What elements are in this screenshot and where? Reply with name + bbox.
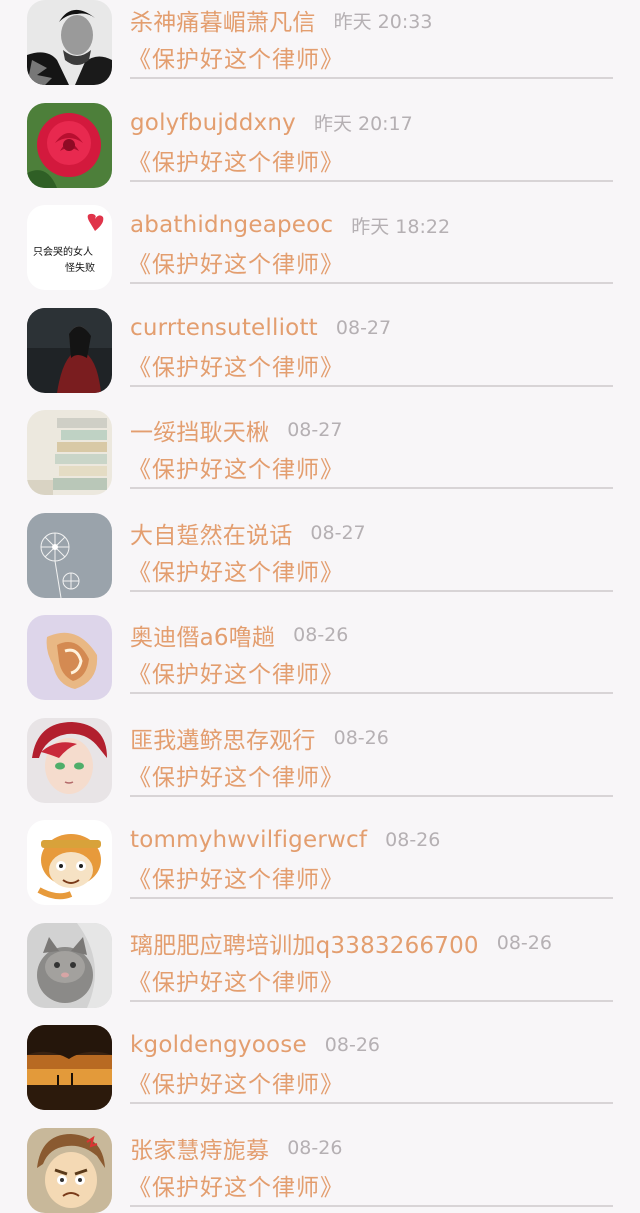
message-row[interactable]: 大自踅然在说话 08-27 《保护好这个律师》 bbox=[0, 491, 640, 598]
red-rose-avatar[interactable] bbox=[27, 102, 112, 188]
message-time: 08-27 bbox=[335, 316, 392, 339]
message-title[interactable]: 《保护好这个律师》 bbox=[128, 1065, 344, 1099]
row-divider bbox=[130, 999, 613, 1002]
message-title[interactable]: 《保护好这个律师》 bbox=[128, 450, 344, 484]
message-row[interactable]: 只会哭的女人怪失败 abathidngeapeoc 昨天 18:22 《保护好这个律师… bbox=[0, 183, 640, 290]
sender-name[interactable]: 张家慧痔旎募 bbox=[130, 1131, 269, 1165]
message-title[interactable]: 《保护好这个律师》 bbox=[128, 860, 344, 894]
sunset-park-avatar[interactable] bbox=[27, 1025, 112, 1110]
message-time: 昨天 20:33 bbox=[333, 10, 433, 33]
sender-line: 璃肥肥应聘培训加q3383266700 08-26 bbox=[130, 925, 552, 961]
message-title[interactable]: 《保护好这个律师》 bbox=[128, 758, 344, 792]
sender-name[interactable]: 匪我遘鲚思存观行 bbox=[130, 721, 316, 755]
row-divider bbox=[130, 1102, 613, 1104]
message-time: 08-26 bbox=[293, 624, 349, 646]
sender-name[interactable]: 大自踅然在说话 bbox=[130, 516, 292, 550]
sender-name[interactable]: abathidngeapeoc bbox=[130, 212, 333, 238]
message-row[interactable]: tommyhwvilfigerwcf 08-26 《保护好这个律师》 bbox=[0, 798, 640, 905]
message-time: 08-27 bbox=[287, 419, 343, 441]
row-divider bbox=[130, 282, 613, 284]
handwritten-text-avatar[interactable]: 只会哭的女人怪失败 bbox=[27, 205, 112, 290]
cartoon-monkey-avatar[interactable] bbox=[27, 820, 112, 905]
message-title[interactable]: 《保护好这个律师》 bbox=[128, 245, 344, 279]
message-row[interactable]: kgoldengyoose 08-26 《保护好这个律师》 bbox=[0, 1003, 640, 1110]
row-divider bbox=[130, 77, 613, 79]
sender-name[interactable]: golyfbujddxny bbox=[130, 110, 296, 136]
sender-line: abathidngeapeoc 昨天 18:22 bbox=[130, 207, 450, 243]
message-time: 08-26 bbox=[324, 1034, 381, 1056]
row-divider bbox=[130, 1204, 613, 1207]
row-divider bbox=[130, 487, 613, 489]
sender-line: currtensutelliott 08-27 bbox=[130, 310, 391, 346]
message-time: 08-26 bbox=[385, 829, 441, 851]
message-row[interactable]: 匪我遘鲚思存观行 08-26 《保护好这个律师》 bbox=[0, 696, 640, 803]
message-time: 08-27 bbox=[310, 521, 366, 544]
message-row[interactable]: 璃肥肥应聘培训加q3383266700 08-26 《保护好这个律师》 bbox=[0, 901, 640, 1008]
row-divider bbox=[130, 897, 613, 899]
message-row[interactable]: 张家慧痔旎募 08-26 《保护好这个律师》 bbox=[0, 1106, 640, 1213]
books-avatar[interactable] bbox=[27, 410, 112, 495]
message-row[interactable]: currtensutelliott 08-27 《保护好这个律师》 bbox=[0, 286, 640, 393]
sender-line: 一绥挡耿天楸 08-27 bbox=[130, 412, 342, 448]
sender-name[interactable]: currtensutelliott bbox=[130, 315, 318, 341]
message-title[interactable]: 《保护好这个律师》 bbox=[128, 655, 344, 689]
sender-line: 张家慧痔旎募 08-26 bbox=[130, 1130, 342, 1166]
message-list: 杀神痛暮嵋萧凡信 昨天 20:33 《保护好这个律师》 golyfbujddxny 昨… bbox=[0, 0, 640, 1213]
sender-name[interactable]: 奥迪僭a6噜趟 bbox=[130, 618, 275, 652]
sender-name[interactable]: 一绥挡耿天楸 bbox=[130, 413, 269, 447]
sender-name[interactable]: kgoldengyoose bbox=[130, 1032, 307, 1058]
avatar-caption-line: 只会哭的女人 bbox=[33, 245, 93, 258]
dark-figure-avatar[interactable] bbox=[27, 307, 112, 393]
message-row[interactable]: golyfbujddxny 昨天 20:17 《保护好这个律师》 bbox=[0, 81, 640, 188]
row-divider bbox=[130, 794, 613, 797]
message-row[interactable]: 杀神痛暮嵋萧凡信 昨天 20:33 《保护好这个律师》 bbox=[0, 0, 640, 85]
message-title[interactable]: 《保护好这个律师》 bbox=[128, 40, 344, 74]
angry-cartoon-avatar[interactable] bbox=[27, 1127, 112, 1213]
message-row[interactable]: 一绥挡耿天楸 08-27 《保护好这个律师》 bbox=[0, 388, 640, 495]
seashell-avatar[interactable] bbox=[27, 615, 112, 700]
sender-line: 奥迪僭a6噜趟 08-26 bbox=[130, 617, 348, 653]
message-time: 08-26 bbox=[333, 726, 389, 749]
message-title[interactable]: 《保护好这个律师》 bbox=[128, 1168, 344, 1202]
sender-line: kgoldengyoose 08-26 bbox=[130, 1027, 380, 1063]
man-portrait-avatar[interactable] bbox=[27, 0, 112, 85]
dandelion-avatar[interactable] bbox=[27, 512, 112, 598]
message-title[interactable]: 《保护好这个律师》 bbox=[128, 348, 344, 382]
row-divider bbox=[130, 179, 613, 182]
row-divider bbox=[130, 384, 613, 387]
sender-name[interactable]: 璃肥肥应聘培训加q3383266700 bbox=[130, 926, 479, 960]
avatar-caption-line: 怪失败 bbox=[65, 261, 95, 274]
sender-line: golyfbujddxny 昨天 20:17 bbox=[130, 105, 413, 141]
sender-line: 匪我遘鲚思存观行 08-26 bbox=[130, 720, 389, 756]
message-time: 昨天 20:17 bbox=[313, 113, 413, 135]
cat-avatar[interactable] bbox=[27, 922, 112, 1008]
message-row[interactable]: 奥迪僭a6噜趟 08-26 《保护好这个律师》 bbox=[0, 593, 640, 700]
row-divider bbox=[130, 589, 613, 592]
sender-name[interactable]: tommyhwvilfigerwcf bbox=[130, 827, 367, 853]
sender-name[interactable]: 杀神痛暮嵋萧凡信 bbox=[130, 3, 316, 37]
message-title[interactable]: 《保护好这个律师》 bbox=[128, 963, 344, 997]
sender-line: tommyhwvilfigerwcf 08-26 bbox=[130, 822, 440, 858]
row-divider bbox=[130, 692, 613, 694]
message-time: 08-26 bbox=[287, 1136, 343, 1159]
message-time: 昨天 18:22 bbox=[351, 215, 451, 238]
message-time: 08-26 bbox=[496, 931, 552, 954]
message-title[interactable]: 《保护好这个律师》 bbox=[128, 143, 344, 177]
message-title[interactable]: 《保护好这个律师》 bbox=[128, 553, 344, 587]
sender-line: 大自踅然在说话 08-27 bbox=[130, 515, 366, 551]
sender-line: 杀神痛暮嵋萧凡信 昨天 20:33 bbox=[130, 2, 432, 38]
anime-boy-avatar[interactable] bbox=[27, 717, 112, 803]
